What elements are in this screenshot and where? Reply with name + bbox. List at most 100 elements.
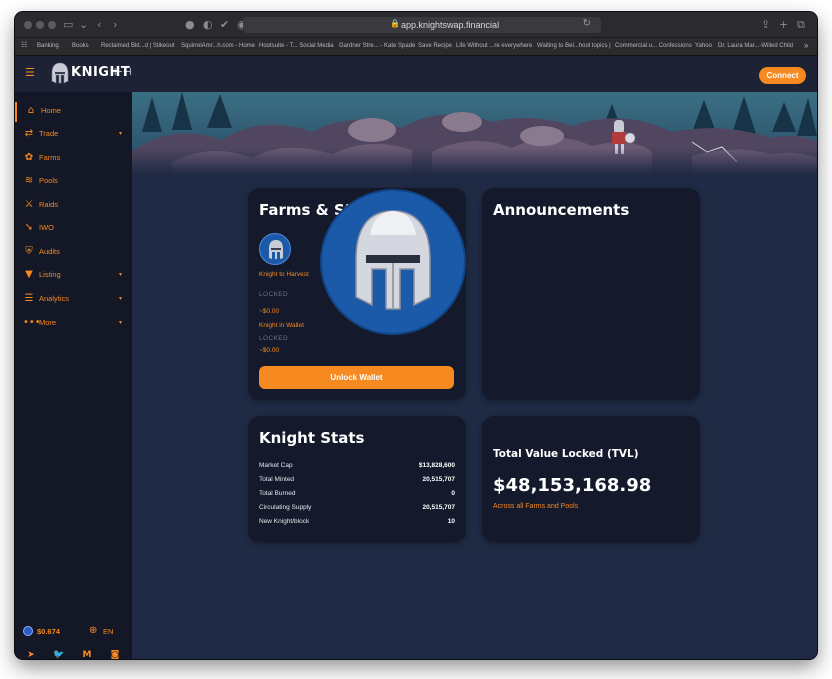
sidebar-item-listing[interactable]: ▼ Listing ▾: [15, 266, 132, 286]
extension-icon[interactable]: ●: [185, 18, 195, 32]
chevron-down-icon: ▾: [118, 130, 122, 137]
back-icon[interactable]: ‹: [97, 18, 101, 32]
sidebar-item-label: Farms: [39, 153, 61, 162]
sidebar-item-raids[interactable]: ⚔ Raids: [15, 196, 132, 216]
stat-label: Circulating Supply: [259, 504, 312, 511]
knight-helmet-icon: [320, 189, 466, 335]
sidebar-item-label: Audits: [39, 247, 60, 256]
stat-row: Total Minted 20,515,707: [259, 475, 455, 486]
url-text: app.knightswap.financial: [401, 20, 500, 30]
raids-icon: ⚔: [24, 199, 34, 210]
trade-icon: ⇄: [24, 128, 34, 139]
language-selector[interactable]: EN: [103, 627, 113, 637]
sidebar-item-pools[interactable]: ≋ Pools: [15, 172, 132, 192]
unlock-wallet-button[interactable]: Unlock Wallet: [259, 366, 454, 389]
sidebar-toggle-icon[interactable]: ▭: [63, 18, 73, 32]
bookmark-item[interactable]: Commercial u... Confessions: [615, 42, 692, 51]
bookmark-item[interactable]: Banking: [37, 42, 59, 51]
stat-value: 20,515,707: [422, 504, 455, 511]
browser-titlebar: ▭ ⌄ ‹ › ● ◐ ✔ ◉ 🔒 app.knightswap.financi…: [15, 12, 817, 38]
stat-row: New Knight/block 10: [259, 517, 455, 528]
forward-icon[interactable]: ›: [113, 18, 117, 32]
bookmark-item[interactable]: Waiting to Bel...hool topics |: [537, 42, 611, 51]
stat-label: Total Burned: [259, 490, 296, 497]
chevron-down-icon[interactable]: ⌄: [79, 18, 88, 32]
more-icon: •••: [23, 317, 41, 328]
medium-icon[interactable]: M: [81, 649, 93, 659]
bookmark-item[interactable]: Gardner Stre... - Kate Spade: [339, 42, 415, 51]
bookmark-item[interactable]: Save Recipe: [418, 42, 452, 51]
sidebar-item-audits[interactable]: ⛨ Audits: [15, 243, 132, 263]
bookmark-item[interactable]: Life Without ...re everywhere: [456, 42, 532, 51]
tab-overview-icon[interactable]: ⧉: [797, 18, 805, 32]
zoom-window-button[interactable]: [48, 21, 56, 29]
address-bar[interactable]: 🔒 app.knightswap.financial ↻: [243, 17, 601, 33]
stat-label: Market Cap: [259, 462, 293, 469]
minimize-window-button[interactable]: [36, 21, 44, 29]
new-tab-icon[interactable]: +: [779, 18, 788, 32]
wallet-value: ~$0.00: [259, 347, 280, 354]
sidebar-item-farms[interactable]: ✿ Farms: [15, 149, 132, 169]
wallet-label: Knight in Wallet: [259, 322, 304, 329]
sidebar-item-home[interactable]: ⌂ Home: [15, 102, 132, 122]
sidebar-item-label: Listing: [39, 270, 61, 279]
sidebar-item-trade[interactable]: ⇄ Trade ▾: [15, 125, 132, 145]
stat-row: Circulating Supply 20,515,707: [259, 503, 455, 514]
farms-icon: ✿: [24, 152, 34, 163]
pools-icon: ≋: [24, 175, 34, 186]
close-window-button[interactable]: [24, 21, 32, 29]
bookmark-item[interactable]: SquirrelAmr...h.com - Home: [181, 42, 255, 51]
knight-stats-card: Knight Stats Market Cap $13,828,600 Tota…: [248, 416, 466, 542]
chevron-down-icon: ▾: [118, 319, 122, 326]
bookmark-item[interactable]: Books: [72, 42, 89, 51]
sidebar-item-more[interactable]: ••• More ▾: [15, 314, 132, 334]
listing-icon: ▼: [25, 269, 33, 280]
bookmark-item[interactable]: Reclaimed Bkt...d | Stikeout: [101, 42, 175, 51]
knightswap-app: ☰ KNIGHT ⊢⊣ Connect ⌂ Home ⇄ Trade ▾ ✿ Farms ≋ P…: [15, 56, 817, 659]
sidebar-item-label: Pools: [39, 176, 58, 185]
logo-helmet-icon: [51, 62, 69, 84]
app-header: ☰ KNIGHT ⊢⊣ Connect: [15, 56, 817, 92]
more-bookmarks-icon[interactable]: »: [804, 41, 808, 50]
sword-icon: ⊢⊣: [114, 67, 132, 78]
telegram-icon[interactable]: ➤: [25, 649, 37, 659]
browser-window: ▭ ⌄ ‹ › ● ◐ ✔ ◉ 🔒 app.knightswap.financi…: [15, 12, 817, 659]
menu-toggle-icon[interactable]: ☰: [25, 66, 39, 80]
bookmark-item[interactable]: Dr. Laura Mar...-Willed Child: [718, 42, 793, 51]
chevron-down-icon: ▾: [118, 271, 122, 278]
bookmark-item[interactable]: Yahoo: [695, 42, 712, 51]
sidebar-item-iwo[interactable]: ➘ IWO: [15, 219, 132, 239]
iwo-icon: ➘: [24, 222, 34, 233]
wallet-status: LOCKED: [259, 335, 289, 342]
harvest-label: Knight to Harvest: [259, 271, 309, 278]
hero-banner: [132, 92, 817, 174]
home-icon: ⌂: [27, 105, 35, 116]
reading-list-icon[interactable]: ☷: [21, 41, 27, 50]
sidebar-item-analytics[interactable]: ☰ Analytics ▾: [15, 290, 132, 310]
sidebar-item-label: Analytics: [39, 294, 70, 303]
sidebar-item-label: More: [39, 318, 57, 327]
sidebar-item-label: Raids: [39, 200, 59, 209]
tvl-subtitle: Across all Farms and Pools: [493, 503, 579, 510]
globe-icon[interactable]: ⊕: [89, 625, 97, 637]
twitter-icon[interactable]: 🐦: [53, 649, 65, 659]
analytics-icon: ☰: [24, 293, 34, 304]
check-circle-icon[interactable]: ✔: [220, 18, 229, 32]
sidebar-item-label: IWO: [39, 223, 54, 232]
shield-icon[interactable]: ◐: [203, 18, 213, 32]
announcements-card: Announcements: [482, 188, 700, 400]
announcements-title: Announcements: [493, 201, 630, 219]
bookmark-item[interactable]: Hootsuite - T... Social Media: [259, 42, 334, 51]
tvl-title: Total Value Locked (TVL): [493, 448, 639, 460]
share-icon[interactable]: ⇪: [761, 18, 770, 32]
harvest-value: ~$0.00: [259, 308, 280, 315]
stat-value: $13,828,600: [418, 462, 455, 469]
harvest-status: LOCKED: [259, 291, 289, 298]
sidebar-item-label: Trade: [39, 129, 59, 138]
connect-button[interactable]: Connect: [759, 67, 806, 84]
knight-price: $0.674: [37, 627, 60, 636]
stats-title: Knight Stats: [259, 429, 365, 447]
reload-icon[interactable]: ↻: [583, 18, 591, 29]
discord-icon[interactable]: ◙: [109, 649, 121, 659]
price-row: $0.674 ⊕ EN: [23, 625, 123, 639]
